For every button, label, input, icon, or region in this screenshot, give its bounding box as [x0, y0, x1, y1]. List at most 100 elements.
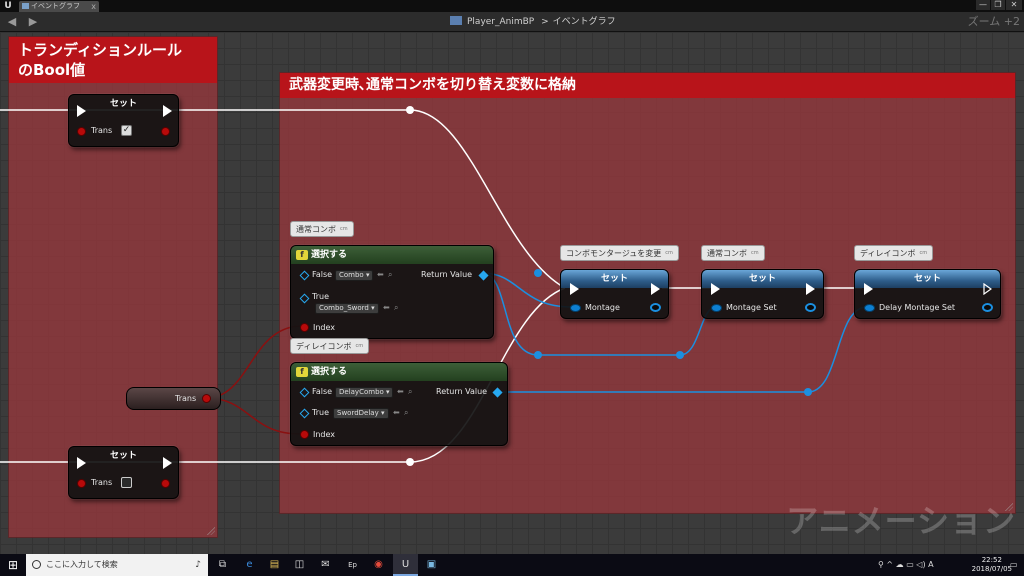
- breadcrumb-blueprint[interactable]: Player_AnimBP: [467, 17, 534, 27]
- taskbar-search-input[interactable]: ここに入力して検索 ♪: [26, 554, 208, 576]
- index-input-pin[interactable]: [300, 323, 309, 332]
- comment-bubble[interactable]: 通常コンボ cm: [701, 245, 765, 261]
- object-wire: [481, 272, 573, 308]
- event-graph-canvas[interactable]: トランディションルール のBool値 武器変更時､通常コンボを切り替え変数に格納…: [0, 32, 1024, 554]
- exec-in-pin[interactable]: [77, 105, 86, 117]
- minimize-button[interactable]: —: [976, 0, 990, 10]
- true-value-dropdown[interactable]: SwordDelay ▾: [333, 408, 389, 419]
- function-icon: f: [296, 367, 308, 377]
- forward-arrow-icon[interactable]: ▶: [26, 15, 40, 29]
- pin-label: True: [312, 292, 329, 301]
- start-button[interactable]: ⊞: [0, 554, 26, 576]
- mail-icon[interactable]: ✉: [313, 554, 338, 576]
- chevron-down-icon: ▾: [386, 388, 390, 396]
- object-input-pin[interactable]: [711, 304, 722, 312]
- select-combo-node[interactable]: f 選択する False Combo ▾ ⬅ ⌕ Return Value Tru…: [290, 245, 494, 339]
- file-explorer-icon[interactable]: ▤: [262, 554, 287, 576]
- chrome-icon[interactable]: ◉: [366, 554, 391, 576]
- exec-out-pin[interactable]: [163, 105, 172, 117]
- object-output-pin[interactable]: [650, 303, 661, 312]
- pin-label: False: [312, 387, 333, 396]
- app-icon[interactable]: ▣: [419, 554, 444, 576]
- set-delay-montage-set-node[interactable]: セット Delay Montage Set: [854, 269, 1001, 319]
- object-output-pin[interactable]: [982, 303, 993, 312]
- exec-in-pin[interactable]: [864, 283, 873, 295]
- bool-output-pin[interactable]: [161, 127, 170, 136]
- return-value-pin[interactable]: [478, 270, 489, 281]
- search-icon[interactable]: ⌕: [408, 387, 412, 397]
- object-output-pin[interactable]: [805, 303, 816, 312]
- false-value-dropdown[interactable]: DelayCombo ▾: [335, 387, 393, 398]
- exec-out-pin-unconnected[interactable]: [983, 283, 992, 295]
- bubble-tag: cm: [751, 250, 759, 256]
- wildcard-input-pin[interactable]: [299, 387, 310, 398]
- trans-checkbox-checked[interactable]: ✓: [121, 125, 132, 136]
- object-wire: [496, 306, 868, 393]
- exec-out-pin[interactable]: [163, 457, 172, 469]
- close-window-button[interactable]: ✕: [1006, 0, 1022, 10]
- breadcrumb-graph[interactable]: イベントグラフ: [553, 17, 616, 27]
- trans-checkbox-unchecked[interactable]: [121, 477, 132, 488]
- reset-arrow-icon[interactable]: ⬅: [393, 408, 400, 418]
- reset-arrow-icon[interactable]: ⬅: [383, 303, 390, 313]
- node-title: f 選択する: [291, 246, 493, 264]
- edge-icon[interactable]: e: [237, 554, 262, 576]
- variable-label: Trans: [175, 394, 197, 403]
- comment-bubble[interactable]: 通常コンボ cm: [290, 221, 354, 237]
- bubble-text: ディレイコンボ: [296, 342, 352, 351]
- set-trans-node-top[interactable]: セット Trans ✓: [68, 94, 179, 147]
- search-icon[interactable]: ⌕: [404, 408, 408, 418]
- unreal-editor-icon[interactable]: U: [393, 554, 418, 576]
- chevron-down-icon: ▾: [371, 304, 375, 312]
- exec-out-pin[interactable]: [806, 283, 815, 295]
- object-input-pin[interactable]: [570, 304, 581, 312]
- maximize-button[interactable]: ❐: [991, 0, 1005, 10]
- microphone-icon[interactable]: ♪: [195, 554, 201, 576]
- bool-input-pin[interactable]: [77, 127, 86, 136]
- object-input-pin[interactable]: [864, 304, 875, 312]
- bool-output-pin[interactable]: [161, 479, 170, 488]
- select-delay-node[interactable]: f 選択する False DelayCombo ▾ ⬅ ⌕ Return Valu…: [290, 362, 508, 446]
- false-value-dropdown[interactable]: Combo ▾: [335, 270, 373, 281]
- task-view-icon[interactable]: ⧉: [210, 554, 235, 576]
- set-montage-set-node[interactable]: セット Montage Set: [701, 269, 824, 319]
- exec-in-pin[interactable]: [77, 457, 86, 469]
- search-icon[interactable]: ⌕: [388, 270, 392, 280]
- true-value-dropdown[interactable]: Combo_Sword ▾: [315, 303, 379, 314]
- wildcard-input-pin[interactable]: [299, 408, 310, 419]
- breadcrumb: Player_AnimBP > イベントグラフ: [450, 15, 616, 29]
- system-tray-icons[interactable]: ⚲ ^ ☁ ▭ ◁) A: [878, 558, 934, 572]
- return-value-pin[interactable]: [492, 387, 503, 398]
- reroute-knot: [676, 351, 684, 359]
- wildcard-input-pin[interactable]: [299, 293, 310, 304]
- back-arrow-icon[interactable]: ◀: [5, 15, 19, 29]
- index-input-pin[interactable]: [300, 430, 309, 439]
- exec-in-pin[interactable]: [711, 283, 720, 295]
- store-icon[interactable]: ◫: [287, 554, 312, 576]
- epic-launcher-icon[interactable]: Ep: [340, 554, 365, 576]
- comment-bubble[interactable]: ディレイコンボ cm: [290, 338, 370, 354]
- tab-event-graph[interactable]: イベントグラフ x: [19, 1, 99, 12]
- node-title: セット: [702, 270, 823, 288]
- comment-bubble[interactable]: ディレイコンボ cm: [854, 245, 934, 261]
- pin-label: Trans: [91, 478, 113, 487]
- graph-tab-icon: [22, 3, 29, 9]
- unreal-logo-icon: U: [4, 1, 12, 11]
- reset-arrow-icon[interactable]: ⬅: [397, 387, 404, 397]
- bool-output-pin[interactable]: [202, 394, 211, 403]
- exec-out-pin[interactable]: [651, 283, 660, 295]
- search-icon[interactable]: ⌕: [394, 303, 398, 313]
- taskbar-clock[interactable]: 22:52 2018/07/05: [972, 556, 1012, 574]
- comment-bubble[interactable]: コンボモンタージュを変更 cm: [560, 245, 679, 261]
- windows-taskbar: ⊞ ここに入力して検索 ♪ ⧉ e ▤ ◫ ✉ Ep ◉ U ▣ ⚲ ^ ☁ ▭…: [0, 554, 1024, 576]
- set-montage-node[interactable]: セット Montage: [560, 269, 669, 319]
- trans-getter-node[interactable]: Trans: [126, 387, 221, 410]
- notification-icon[interactable]: ▭: [1010, 558, 1018, 572]
- reset-arrow-icon[interactable]: ⬅: [377, 270, 384, 280]
- exec-in-pin[interactable]: [570, 283, 579, 295]
- wildcard-input-pin[interactable]: [299, 270, 310, 281]
- tab-close-icon[interactable]: x: [91, 1, 96, 12]
- bool-input-pin[interactable]: [77, 479, 86, 488]
- set-trans-node-bottom[interactable]: セット Trans: [68, 446, 179, 499]
- reroute-knot: [406, 458, 414, 466]
